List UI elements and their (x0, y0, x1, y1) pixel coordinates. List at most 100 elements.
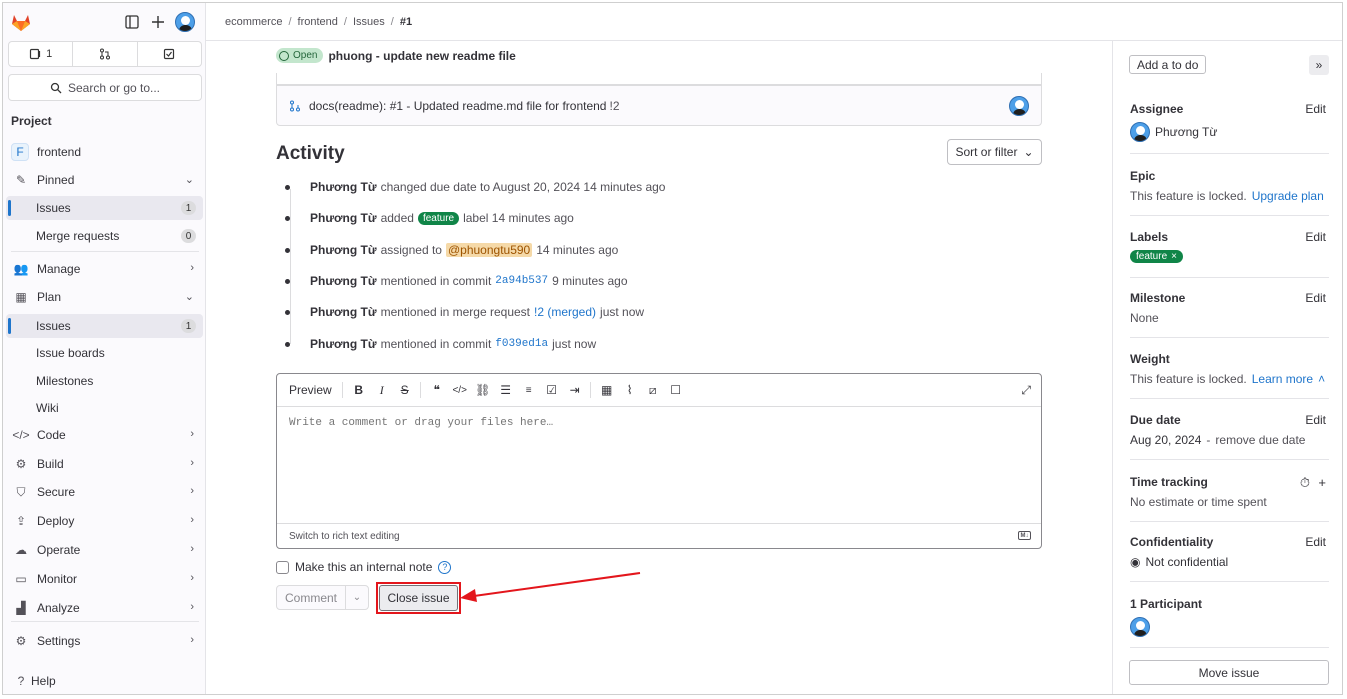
issues-count-button[interactable]: 1 (8, 41, 74, 67)
breadcrumb-item[interactable]: Issues (353, 16, 385, 28)
epic-locked-text: This feature is locked. (1130, 189, 1247, 203)
slash-command-icon[interactable]: ⧄ (645, 382, 661, 398)
strikethrough-icon[interactable]: S (397, 382, 413, 398)
comment-icon[interactable]: ☐ (668, 382, 684, 398)
commit-link[interactable]: f039ed1a (495, 338, 548, 350)
sidebar-item-wiki[interactable]: Wiki (6, 396, 203, 420)
assignee-avatar (1130, 122, 1150, 142)
counts-bar: 1 (8, 41, 202, 67)
activity-item: Phương Từ added feature label 14 minutes… (285, 210, 574, 226)
plus-icon[interactable]: + (1318, 475, 1326, 490)
comment-textarea[interactable] (277, 407, 1041, 523)
weight-section: Weight This feature is locked. Learn mor… (1130, 352, 1328, 386)
status-badge: Open (276, 48, 324, 63)
close-issue-button[interactable]: Close issue (379, 585, 458, 611)
table-icon[interactable]: ▦ (599, 382, 615, 398)
breadcrumb-item[interactable]: frontend (298, 16, 338, 28)
link-icon[interactable]: ⛓ (475, 382, 491, 398)
comment-button[interactable]: Comment (276, 585, 346, 610)
label-badge[interactable]: feature (417, 211, 460, 225)
sidebar-item-analyze[interactable]: ▟ Analyze › (6, 596, 203, 620)
remove-due-date-link[interactable]: remove due date (1215, 433, 1305, 447)
sidebar-item-manage[interactable]: 👥 Manage › (6, 257, 203, 281)
internal-note-checkbox[interactable] (276, 560, 289, 574)
sidebar-item-monitor[interactable]: ▭ Monitor › (6, 567, 203, 591)
gitlab-logo[interactable] (11, 13, 31, 32)
related-merge-request[interactable]: docs(readme): #1 - Updated readme.md fil… (276, 85, 1042, 126)
help-icon[interactable]: ? (438, 560, 452, 574)
sidebar-item-secure[interactable]: ⛉ Secure › (6, 480, 203, 504)
commit-link[interactable]: 2a94b537 (495, 275, 548, 287)
sort-filter-dropdown[interactable]: Sort or filter ⌄ (947, 139, 1042, 165)
activity-author[interactable]: Phương Từ (310, 274, 377, 288)
sidebar-item-code[interactable]: </> Code › (6, 423, 203, 447)
user-mention[interactable]: @phuongtu590 (445, 243, 533, 257)
merge-requests-button[interactable] (73, 41, 138, 67)
plus-icon[interactable] (150, 14, 166, 30)
numbered-list-icon[interactable]: ≡ (521, 382, 537, 398)
sidebar-item-issues[interactable]: Issues 1 (6, 314, 203, 338)
edit-milestone-button[interactable]: Edit (1305, 291, 1326, 305)
sidebar-item-help[interactable]: ? Help (6, 669, 203, 693)
italic-icon[interactable]: I (374, 382, 390, 398)
fullscreen-icon[interactable]: ⤢ (1021, 383, 1031, 398)
stopwatch-icon[interactable]: ⏱ (1300, 475, 1310, 491)
code-icon[interactable]: </> (452, 382, 468, 398)
sidebar-item-build[interactable]: ⚙ Build › (6, 452, 203, 476)
remove-label-icon[interactable]: × (1171, 251, 1177, 262)
upgrade-plan-link[interactable]: Upgrade plan (1252, 189, 1324, 203)
sidebar-item-operate[interactable]: ☁ Operate › (6, 538, 203, 562)
label-badge[interactable]: feature × (1130, 250, 1183, 263)
sidebar-toggle-icon[interactable] (124, 14, 140, 30)
add-todo-button[interactable]: Add a to do (1129, 55, 1207, 74)
activity-author[interactable]: Phương Từ (310, 305, 377, 319)
attachment-icon[interactable]: ⌇ (622, 382, 638, 398)
sidebar-item-milestones[interactable]: Milestones (6, 369, 203, 393)
merge-request-link[interactable]: !2 (merged) (534, 305, 596, 319)
chevron-right-icon: › (190, 634, 194, 646)
sidebar-item-settings[interactable]: ⚙ Settings › (6, 629, 203, 653)
section-divider (1130, 277, 1329, 278)
sidebar-item-deploy[interactable]: ⇪ Deploy › (6, 509, 203, 533)
markdown-icon: M↓ (1018, 531, 1031, 540)
edit-assignee-button[interactable]: Edit (1305, 102, 1326, 116)
sidebar-item-plan[interactable]: ▦ Plan ⌄ (6, 285, 203, 309)
activity-author[interactable]: Phương Từ (310, 337, 377, 351)
todos-button[interactable] (137, 41, 202, 67)
participant-avatar[interactable] (1130, 617, 1150, 637)
user-avatar[interactable] (175, 12, 195, 32)
internal-note-label[interactable]: Make this an internal note (295, 560, 432, 574)
merge-request-title[interactable]: docs(readme): #1 - Updated readme.md fil… (309, 99, 606, 113)
edit-labels-button[interactable]: Edit (1305, 230, 1326, 244)
comment-options-dropdown[interactable]: ⌄ (345, 585, 369, 610)
edit-due-date-button[interactable]: Edit (1305, 413, 1326, 427)
bold-icon[interactable]: B (351, 382, 367, 398)
indent-icon[interactable]: ⇥ (567, 382, 583, 398)
sidebar-item-pinned-issues[interactable]: Issues 1 (6, 196, 203, 220)
assignee-value[interactable]: Phương Từ (1130, 122, 1328, 142)
chevron-up-icon[interactable]: ˄ (1318, 372, 1325, 386)
sidebar-item-pinned[interactable]: ✎ Pinned ⌄ (6, 168, 203, 192)
move-issue-button[interactable]: Move issue (1129, 660, 1329, 685)
quote-icon[interactable]: ❝ (429, 382, 445, 398)
edit-confidentiality-button[interactable]: Edit (1305, 535, 1326, 549)
activity-text: mentioned in merge request (380, 305, 530, 319)
collapse-sidebar-icon[interactable]: » (1309, 55, 1329, 75)
activity-author[interactable]: Phương Từ (310, 243, 377, 257)
sidebar-section-title: Project (11, 114, 52, 128)
activity-author[interactable]: Phương Từ (310, 211, 377, 225)
preview-tab[interactable]: Preview (289, 383, 332, 397)
sidebar-project-link[interactable]: F frontend (6, 140, 203, 164)
activity-item: Phương Từ assigned to @phuongtu590 14 mi… (285, 242, 618, 258)
activity-author[interactable]: Phương Từ (310, 180, 377, 194)
task-list-icon[interactable]: ☑ (544, 382, 560, 398)
todo-icon (164, 48, 175, 60)
search-button[interactable]: Search or go to... (8, 74, 202, 101)
sidebar-item-issue-boards[interactable]: Issue boards (6, 341, 203, 365)
breadcrumb-item[interactable]: ecommerce (225, 16, 282, 28)
sidebar-item-merge-requests[interactable]: Merge requests 0 (6, 224, 203, 248)
breadcrumb-current[interactable]: #1 (400, 16, 412, 28)
bullet-list-icon[interactable]: ☰ (498, 382, 514, 398)
learn-more-link[interactable]: Learn more (1252, 372, 1313, 386)
switch-rich-text-link[interactable]: Switch to rich text editing (289, 531, 400, 542)
